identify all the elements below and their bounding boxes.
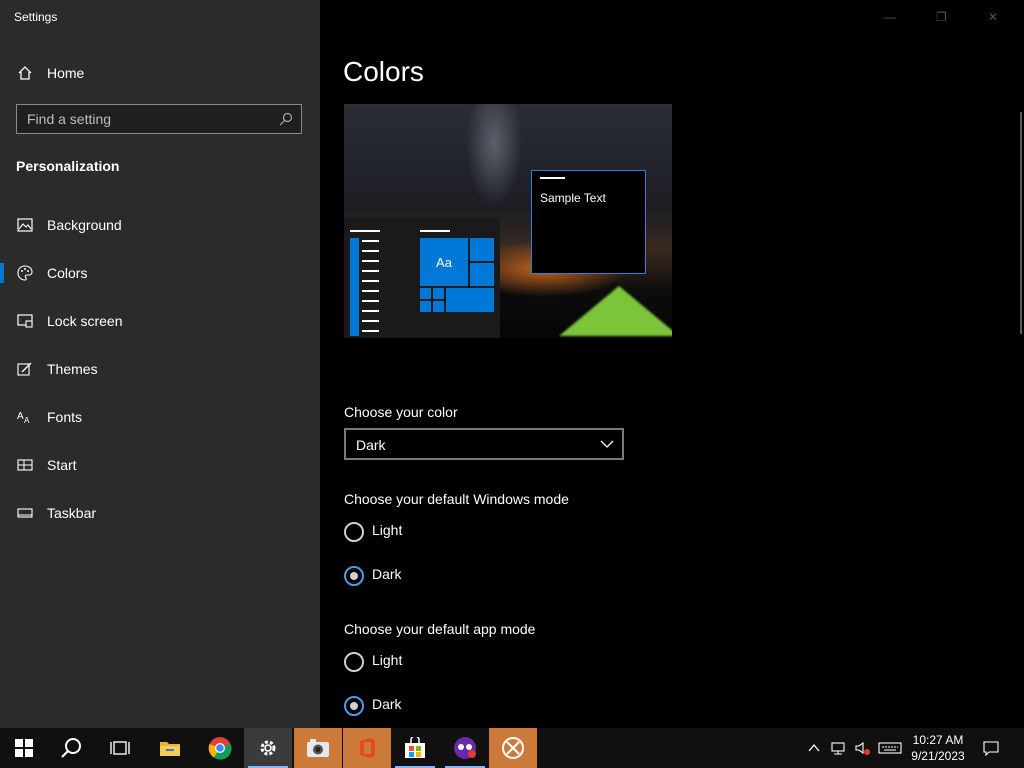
app-mode-label: Choose your default app mode (344, 621, 536, 637)
radio-label: Light (372, 652, 403, 668)
sidebar-item-lock-screen[interactable]: Lock screen (0, 301, 320, 341)
search-icon (61, 738, 81, 758)
sidebar-item-label: Fonts (47, 409, 83, 425)
mask-icon (454, 737, 476, 759)
clock-time: 10:27 AM (912, 733, 964, 747)
chevron-up-icon[interactable] (806, 740, 822, 756)
radio-label: Light (372, 522, 403, 538)
task-view-icon (110, 741, 130, 755)
sidebar-item-taskbar[interactable]: Taskbar (0, 493, 320, 533)
section-title: Personalization (16, 158, 120, 174)
store-button[interactable] (391, 728, 439, 768)
gear-icon (260, 740, 276, 756)
store-icon (405, 737, 425, 758)
home-icon (18, 66, 32, 80)
search-icon[interactable] (279, 112, 293, 126)
svg-text:A: A (24, 416, 30, 425)
sidebar-item-background[interactable]: Background (0, 205, 320, 245)
dropdown-value: Dark (356, 437, 386, 453)
chevron-down-icon (600, 440, 614, 448)
picture-icon (17, 218, 33, 232)
xbox-icon (502, 737, 524, 759)
lock-screen-icon (17, 314, 33, 328)
radio-label: Dark (372, 696, 402, 712)
minimize-icon[interactable]: — (884, 10, 898, 24)
close-icon[interactable]: ✕ (988, 10, 1002, 24)
window-title: Settings (14, 10, 58, 24)
start-button[interactable] (0, 728, 48, 768)
volume-muted-icon[interactable] (854, 740, 870, 756)
search-box[interactable] (16, 104, 302, 134)
game-app-button[interactable] (441, 728, 489, 768)
radio-circle[interactable] (344, 522, 364, 542)
file-explorer-button[interactable] (146, 728, 194, 768)
active-indicator (0, 263, 4, 283)
choose-color-label: Choose your color (344, 404, 458, 420)
windows-logo-icon (15, 739, 33, 757)
keyboard-icon[interactable] (878, 740, 902, 756)
network-icon[interactable] (830, 740, 846, 756)
start-icon (17, 459, 33, 471)
sidebar-item-themes[interactable]: Themes (0, 349, 320, 389)
taskbar: 10:27 AM 9/21/2023 (0, 728, 1024, 768)
taskbar-icon (17, 508, 33, 518)
sidebar-item-start[interactable]: Start (0, 445, 320, 485)
sidebar-item-label: Lock screen (47, 313, 123, 329)
sample-window: Sample Text (531, 170, 646, 274)
sidebar-item-label: Colors (47, 265, 88, 281)
radio-circle[interactable] (344, 652, 364, 672)
choose-color-dropdown[interactable]: Dark (344, 428, 624, 460)
sidebar-item-label: Background (47, 217, 122, 233)
xbox-button[interactable] (489, 728, 537, 768)
task-view-button[interactable] (96, 728, 144, 768)
preview-tile-label: Aa (436, 254, 452, 270)
clock-date: 9/21/2023 (911, 749, 965, 763)
notification-icon[interactable] (983, 740, 999, 756)
clock[interactable]: 10:27 AM 9/21/2023 (905, 732, 971, 764)
brush-icon (17, 362, 32, 376)
search-input[interactable] (27, 105, 277, 133)
office-button[interactable] (343, 728, 391, 768)
color-preview: Aa Sample Text (344, 104, 672, 338)
sidebar-item-colors[interactable]: Colors (0, 253, 320, 293)
office-icon (360, 738, 375, 758)
camera-button[interactable] (294, 728, 342, 768)
svg-text:A: A (17, 411, 24, 422)
radio-label: Dark (372, 566, 402, 582)
sidebar-item-label: Themes (47, 361, 98, 377)
sample-text: Sample Text (540, 191, 606, 205)
home-label: Home (47, 65, 85, 81)
window-controls: — ❐ ✕ (884, 0, 1024, 32)
home-nav-item[interactable]: Home (0, 56, 320, 90)
sidebar-item-label: Taskbar (47, 505, 97, 521)
sidebar-item-fonts[interactable]: AA Fonts (0, 397, 320, 437)
scrollbar[interactable] (1020, 112, 1022, 334)
preview-start-menu: Aa (344, 218, 500, 338)
maximize-icon[interactable]: ❐ (936, 10, 950, 24)
sidebar: Settings Home Personalization Background… (0, 0, 320, 728)
sidebar-item-label: Start (47, 457, 77, 473)
radio-circle[interactable] (344, 566, 364, 586)
camera-icon (307, 739, 329, 757)
chrome-button[interactable] (196, 728, 244, 768)
font-icon: AA (17, 411, 30, 425)
radio-circle[interactable] (344, 696, 364, 716)
search-taskbar-button[interactable] (48, 728, 96, 768)
folder-icon (160, 742, 180, 756)
windows-mode-label: Choose your default Windows mode (344, 491, 569, 507)
palette-icon (17, 265, 33, 281)
page-title: Colors (343, 56, 424, 87)
settings-taskbar-button[interactable] (244, 728, 292, 768)
tent-image (559, 286, 672, 336)
chrome-icon (208, 737, 232, 760)
